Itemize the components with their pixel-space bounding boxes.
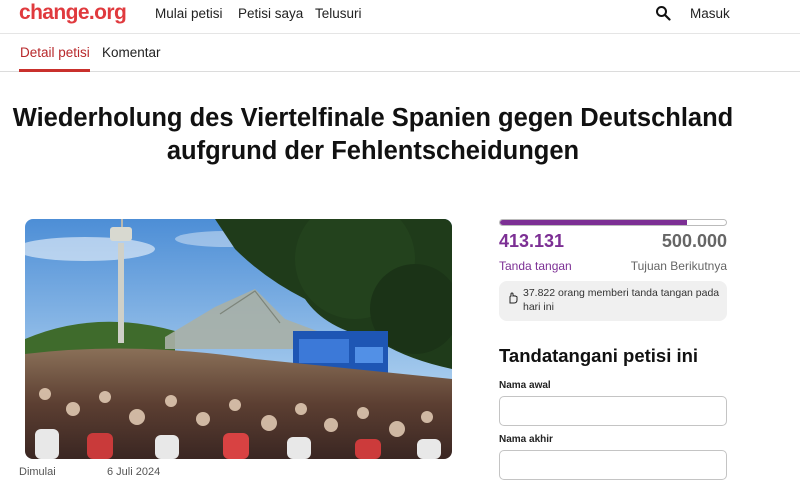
top-nav: change.org Mulai petisi Petisi saya Telu… [0, 0, 800, 34]
active-tab-indicator [19, 69, 90, 72]
search-icon[interactable] [655, 5, 671, 21]
goal-label: Tujuan Berikutnya [630, 259, 727, 273]
first-name-field[interactable] [499, 396, 727, 426]
petition-title: Wiederholung des Viertelfinale Spanien g… [0, 102, 746, 168]
signature-progress-fill [500, 220, 687, 225]
change-org-logo[interactable]: change.org [19, 1, 127, 25]
hand-icon [509, 292, 518, 304]
petition-tabs: Detail petisi Komentar [0, 35, 800, 72]
login-link[interactable]: Masuk [690, 6, 730, 21]
tab-petition-details[interactable]: Detail petisi [20, 45, 90, 60]
sign-petition-heading: Tandatangani petisi ini [499, 345, 699, 366]
petition-title-line-2: aufgrund der Fehlentscheidungen [166, 137, 580, 165]
goal-count: 500.000 [661, 231, 727, 251]
started-date: 6 Juli 2024 [107, 466, 161, 478]
today-signatures-text: 37.822 orang memberi tanda tangan pada h… [523, 287, 720, 313]
petition-image [25, 219, 452, 459]
petition-title-line-1: Wiederholung des Viertelfinale Spanien g… [12, 104, 734, 132]
fan-zone-photo [25, 219, 452, 459]
signature-count: 413.131 [499, 231, 565, 251]
signature-progress-bar [499, 219, 727, 226]
today-signatures-box: 37.822 orang memberi tanda tangan pada h… [499, 281, 727, 321]
nav-my-petitions[interactable]: Petisi saya [238, 6, 303, 21]
nav-start-petition[interactable]: Mulai petisi [155, 6, 223, 21]
nav-browse[interactable]: Telusuri [315, 6, 362, 21]
started-label: Dimulai [19, 466, 56, 478]
last-name-field[interactable] [499, 450, 727, 480]
last-name-label: Nama akhir [499, 434, 553, 445]
tab-comments[interactable]: Komentar [102, 45, 161, 60]
first-name-label: Nama awal [499, 380, 551, 391]
